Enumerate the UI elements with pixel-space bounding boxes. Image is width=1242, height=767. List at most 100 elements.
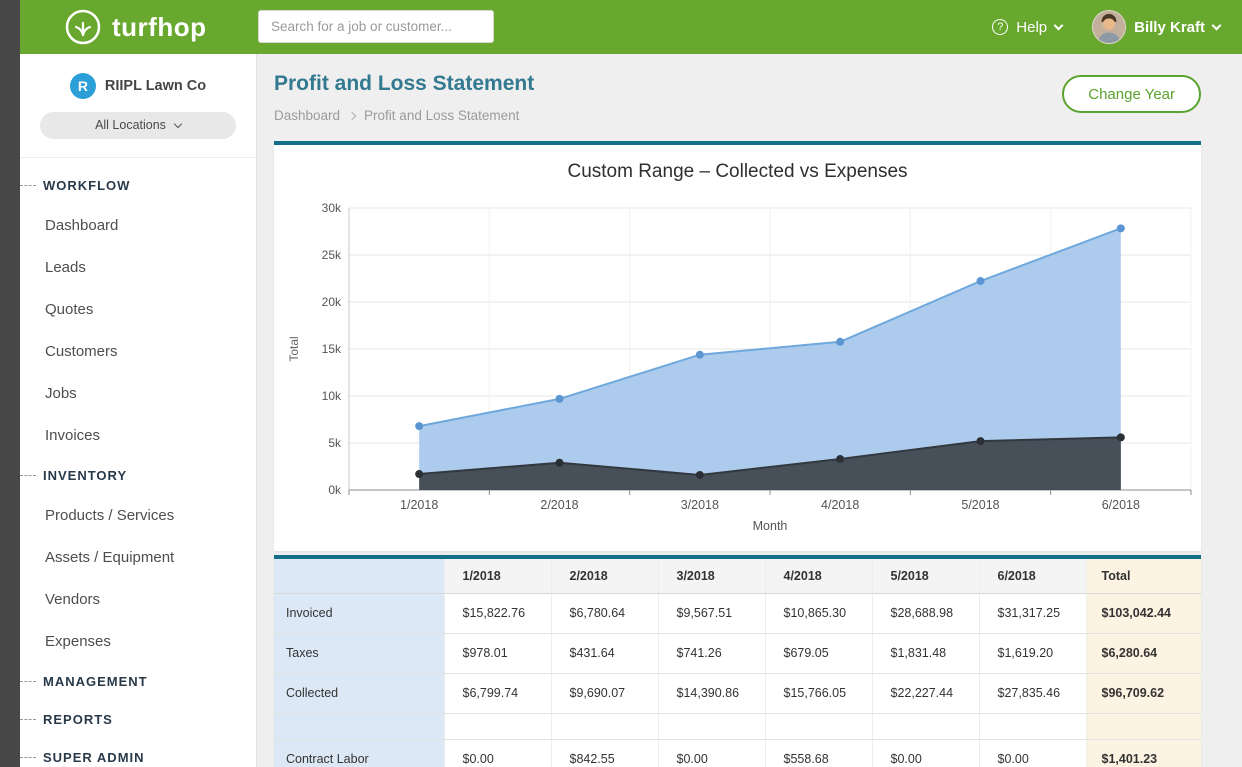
tree-dash-icon	[20, 719, 36, 720]
table-cell: $1,831.48	[872, 633, 979, 673]
sidebar-item-products-services[interactable]: Products / Services	[20, 494, 256, 536]
svg-text:1/2018: 1/2018	[400, 498, 438, 512]
sidebar-item-invoices[interactable]: Invoices	[20, 414, 256, 456]
sidebar-item-customers[interactable]: Customers	[20, 330, 256, 372]
sidebar-section-label: WORKFLOW	[43, 178, 130, 193]
svg-text:25k: 25k	[322, 248, 342, 262]
search-input[interactable]	[258, 10, 494, 43]
svg-text:4/2018: 4/2018	[821, 498, 859, 512]
table-header-cell: 4/2018	[765, 559, 872, 593]
row-label: Taxes	[274, 633, 444, 673]
chart-title: Custom Range – Collected vs Expenses	[274, 161, 1201, 189]
tree-dash-icon	[20, 475, 36, 476]
table-card: 1/20182/20183/20184/20185/20186/2018Tota…	[274, 555, 1201, 767]
table-header-cell: Total	[1086, 559, 1201, 593]
brand-name: turfhop	[112, 12, 206, 43]
table-cell-total: $6,280.64	[1086, 633, 1201, 673]
breadcrumb-current: Profit and Loss Statement	[364, 108, 519, 123]
table-row: Invoiced$15,822.76$6,780.64$9,567.51$10,…	[274, 593, 1201, 633]
table-cell: $27,835.46	[979, 673, 1086, 713]
table-cell-total: $103,042.44	[1086, 593, 1201, 633]
row-label: Collected	[274, 673, 444, 713]
table-row: Taxes$978.01$431.64$741.26$679.05$1,831.…	[274, 633, 1201, 673]
table-header-cell: 3/2018	[658, 559, 765, 593]
breadcrumb-dashboard[interactable]: Dashboard	[274, 108, 340, 123]
row-label: Contract Labor	[274, 739, 444, 767]
table-header-cell: 2/2018	[551, 559, 658, 593]
help-menu[interactable]: ? Help	[992, 19, 1062, 36]
chart-card: Custom Range – Collected vs Expenses 0k 5…	[274, 141, 1201, 551]
chevron-down-icon	[1212, 20, 1222, 30]
sidebar-section-label: REPORTS	[43, 712, 113, 727]
table-row: Contract Labor$0.00$842.55$0.00$558.68$0…	[274, 739, 1201, 767]
table-cell-total: $96,709.62	[1086, 673, 1201, 713]
tree-dash-icon	[20, 185, 36, 186]
table-header-row: 1/20182/20183/20184/20185/20186/2018Tota…	[274, 559, 1201, 593]
pl-chart-svg: 0k5k10k15k20k25k30k1/20182/20183/20184/2…	[274, 189, 1201, 541]
svg-text:6/2018: 6/2018	[1102, 498, 1140, 512]
sidebar-item-dashboard[interactable]: Dashboard	[20, 204, 256, 246]
change-year-button[interactable]: Change Year	[1062, 75, 1201, 113]
pl-table: 1/20182/20183/20184/20185/20186/2018Tota…	[274, 559, 1201, 767]
sidebar-section-management: MANAGEMENT	[20, 662, 256, 700]
sidebar-section-workflow: WORKFLOW	[20, 166, 256, 204]
sidebar-section-label: MANAGEMENT	[43, 674, 148, 689]
table-cell-total: $1,401.23	[1086, 739, 1201, 767]
user-menu[interactable]: Billy Kraft	[1092, 10, 1220, 44]
table-header-cell: 6/2018	[979, 559, 1086, 593]
gap-cell	[765, 713, 872, 739]
table-cell: $6,799.74	[444, 673, 551, 713]
table-cell: $0.00	[658, 739, 765, 767]
left-edge-rail	[0, 0, 20, 767]
svg-text:0k: 0k	[328, 483, 342, 497]
table-header-cell: 5/2018	[872, 559, 979, 593]
table-cell: $741.26	[658, 633, 765, 673]
table-cell: $15,822.76	[444, 593, 551, 633]
gap-cell	[872, 713, 979, 739]
svg-text:20k: 20k	[322, 295, 342, 309]
gap-cell	[1086, 713, 1201, 739]
tree-dash-icon	[20, 681, 36, 682]
company-block: R RIIPL Lawn Co All Locations	[20, 54, 256, 158]
gap-cell	[274, 713, 444, 739]
chevron-down-icon	[1054, 20, 1064, 30]
table-cell: $9,690.07	[551, 673, 658, 713]
sidebar-section-label: SUPER ADMIN	[43, 750, 145, 765]
gap-cell	[979, 713, 1086, 739]
svg-text:Total: Total	[287, 336, 301, 361]
sidebar-item-expenses[interactable]: Expenses	[20, 620, 256, 662]
turfhop-grass-icon	[64, 8, 102, 46]
breadcrumb-separator-icon	[348, 111, 356, 119]
svg-text:10k: 10k	[322, 389, 342, 403]
company-avatar: R	[70, 73, 96, 99]
locations-label: All Locations	[95, 118, 166, 132]
table-cell: $978.01	[444, 633, 551, 673]
table-header-cell: 1/2018	[444, 559, 551, 593]
brand-logo[interactable]: turfhop	[64, 0, 206, 54]
table-cell: $0.00	[444, 739, 551, 767]
table-row: Collected$6,799.74$9,690.07$14,390.86$15…	[274, 673, 1201, 713]
sidebar-section-super-admin: SUPER ADMIN	[20, 738, 256, 767]
page-header: Profit and Loss Statement Dashboard Prof…	[257, 54, 1242, 123]
company-row[interactable]: R RIIPL Lawn Co	[70, 73, 206, 99]
sidebar-item-jobs[interactable]: Jobs	[20, 372, 256, 414]
table-cell: $6,780.64	[551, 593, 658, 633]
table-header-cell	[274, 559, 444, 593]
table-cell: $558.68	[765, 739, 872, 767]
pl-table-body: Invoiced$15,822.76$6,780.64$9,567.51$10,…	[274, 593, 1201, 767]
table-cell: $10,865.30	[765, 593, 872, 633]
sidebar-item-vendors[interactable]: Vendors	[20, 578, 256, 620]
table-cell: $14,390.86	[658, 673, 765, 713]
user-name: Billy Kraft	[1134, 19, 1205, 36]
locations-dropdown[interactable]: All Locations	[40, 112, 236, 139]
sidebar-item-leads[interactable]: Leads	[20, 246, 256, 288]
gap-cell	[444, 713, 551, 739]
company-name: RIIPL Lawn Co	[105, 78, 206, 94]
sidebar-item-assets-equipment[interactable]: Assets / Equipment	[20, 536, 256, 578]
svg-text:5k: 5k	[328, 436, 342, 450]
sidebar-section-label: INVENTORY	[43, 468, 127, 483]
tree-dash-icon	[20, 757, 36, 758]
svg-text:5/2018: 5/2018	[961, 498, 999, 512]
table-cell: $679.05	[765, 633, 872, 673]
sidebar-item-quotes[interactable]: Quotes	[20, 288, 256, 330]
